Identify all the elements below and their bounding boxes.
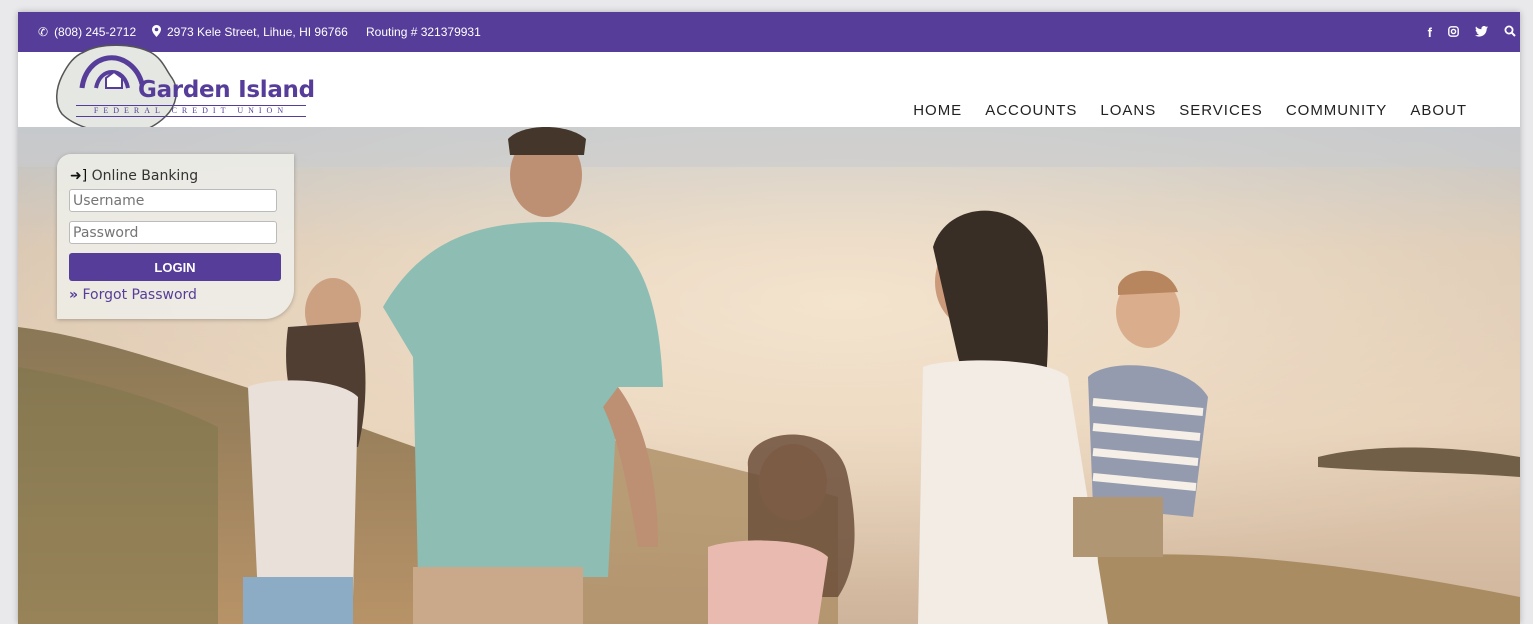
instagram-icon[interactable]	[1448, 25, 1459, 40]
search-icon[interactable]	[1504, 25, 1516, 40]
main-nav: HOME ACCOUNTS LOANS SERVICES COMMUNITY A…	[913, 102, 1467, 119]
routing-number: Routing # 321379931	[366, 25, 481, 39]
nav-about[interactable]: ABOUT	[1410, 102, 1467, 119]
login-button[interactable]: LOGIN	[69, 253, 281, 281]
login-title-text: Online Banking	[91, 168, 199, 184]
top-info-bar: ✆ (808) 245-2712 2973 Kele Street, Lihue…	[18, 12, 1520, 52]
facebook-icon[interactable]: f	[1428, 25, 1432, 40]
forgot-password-text[interactable]: Forgot Password	[83, 287, 197, 303]
page-frame: ✆ (808) 245-2712 2973 Kele Street, Lihue…	[18, 12, 1520, 624]
forgot-password-link[interactable]: » Forgot Password	[69, 287, 197, 303]
phone-number[interactable]: (808) 245-2712	[54, 25, 136, 39]
map-marker-icon	[152, 25, 161, 39]
social-links: f	[1428, 12, 1516, 52]
logo-title: Garden Island	[138, 77, 315, 103]
username-input[interactable]	[69, 189, 277, 212]
login-title: ➜] Online Banking	[70, 168, 198, 184]
nav-services[interactable]: SERVICES	[1179, 102, 1263, 119]
twitter-icon[interactable]	[1475, 25, 1488, 40]
routing-info: Routing # 321379931	[366, 12, 481, 52]
nav-loans[interactable]: LOANS	[1100, 102, 1156, 119]
online-banking-login: ➜] Online Banking LOGIN » Forgot Passwor…	[57, 154, 294, 319]
sign-in-icon: ➜]	[70, 168, 88, 184]
nav-home[interactable]: HOME	[913, 102, 962, 119]
site-header: Garden Island FEDERAL CREDIT UNION HOME …	[18, 44, 1520, 136]
nav-community[interactable]: COMMUNITY	[1286, 102, 1388, 119]
double-chevron-right-icon: »	[69, 287, 79, 303]
password-input[interactable]	[69, 221, 277, 244]
logo-subtitle: FEDERAL CREDIT UNION	[76, 105, 306, 117]
nav-accounts[interactable]: ACCOUNTS	[985, 102, 1077, 119]
phone-icon: ✆	[38, 25, 49, 39]
address-text: 2973 Kele Street, Lihue, HI 96766	[167, 25, 348, 39]
